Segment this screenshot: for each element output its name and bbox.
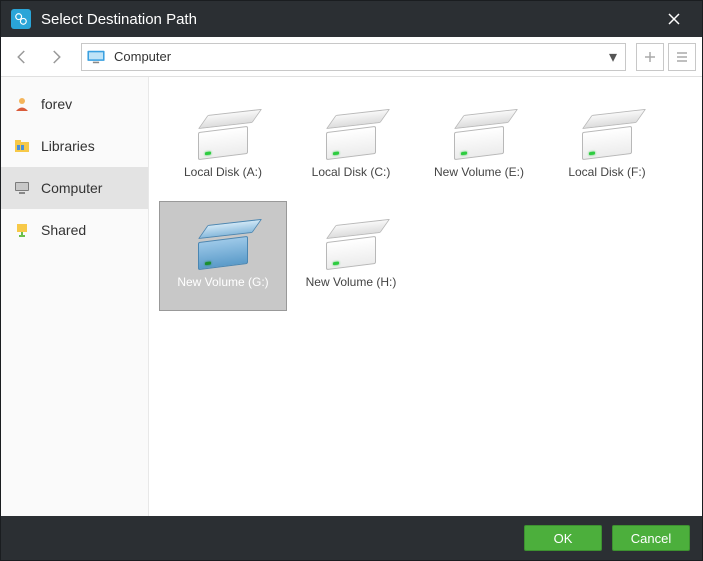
sidebar-item-label: Libraries	[41, 138, 95, 154]
ok-button[interactable]: OK	[524, 525, 602, 551]
hdd-icon	[580, 113, 634, 157]
drive-label: Local Disk (C:)	[312, 165, 391, 179]
sidebar: forev Libraries Computer Shared	[1, 77, 149, 516]
sidebar-item-computer[interactable]: Computer	[1, 167, 148, 209]
computer-icon	[86, 50, 106, 64]
body: forev Libraries Computer Shared	[1, 77, 702, 516]
breadcrumb-dropdown-icon[interactable]: ▾	[605, 47, 621, 67]
sidebar-item-user[interactable]: forev	[1, 83, 148, 125]
app-icon	[11, 9, 31, 29]
drive-label: New Volume (E:)	[434, 165, 524, 179]
drive-grid: Local Disk (A:) Local Disk (C:) New Volu…	[149, 77, 702, 516]
breadcrumb-location: Computer	[114, 49, 605, 64]
sidebar-item-label: Shared	[41, 222, 86, 238]
cancel-button[interactable]: Cancel	[612, 525, 690, 551]
footer: OK Cancel	[1, 516, 702, 560]
toolbar: Computer ▾	[1, 37, 702, 77]
titlebar: Select Destination Path	[1, 1, 702, 37]
user-icon	[13, 95, 31, 113]
hdd-icon	[324, 113, 378, 157]
hdd-icon	[452, 113, 506, 157]
drive-label: Local Disk (A:)	[184, 165, 262, 179]
sidebar-item-libraries[interactable]: Libraries	[1, 125, 148, 167]
dialog-window: Select Destination Path Computer ▾	[0, 0, 703, 561]
hdd-icon	[196, 223, 250, 267]
drive-item[interactable]: New Volume (H:)	[287, 201, 415, 311]
hdd-icon	[324, 223, 378, 267]
nav-back-button[interactable]	[7, 42, 37, 72]
drive-item[interactable]: Local Disk (F:)	[543, 91, 671, 201]
drive-label: New Volume (H:)	[306, 275, 397, 289]
new-folder-button[interactable]	[636, 43, 664, 71]
drive-item[interactable]: Local Disk (C:)	[287, 91, 415, 201]
nav-forward-button[interactable]	[41, 42, 71, 72]
view-list-button[interactable]	[668, 43, 696, 71]
path-box[interactable]: Computer ▾	[81, 43, 626, 71]
drive-item[interactable]: Local Disk (A:)	[159, 91, 287, 201]
drive-label: New Volume (G:)	[177, 275, 268, 289]
sidebar-item-label: Computer	[41, 180, 102, 196]
sidebar-item-shared[interactable]: Shared	[1, 209, 148, 251]
drive-item[interactable]: New Volume (E:)	[415, 91, 543, 201]
drive-item[interactable]: New Volume (G:)	[159, 201, 287, 311]
hdd-icon	[196, 113, 250, 157]
window-title: Select Destination Path	[41, 11, 656, 28]
libraries-icon	[13, 137, 31, 155]
drive-label: Local Disk (F:)	[568, 165, 645, 179]
shared-icon	[13, 221, 31, 239]
close-button[interactable]	[656, 1, 692, 37]
sidebar-item-label: forev	[41, 96, 72, 112]
monitor-icon	[13, 179, 31, 197]
